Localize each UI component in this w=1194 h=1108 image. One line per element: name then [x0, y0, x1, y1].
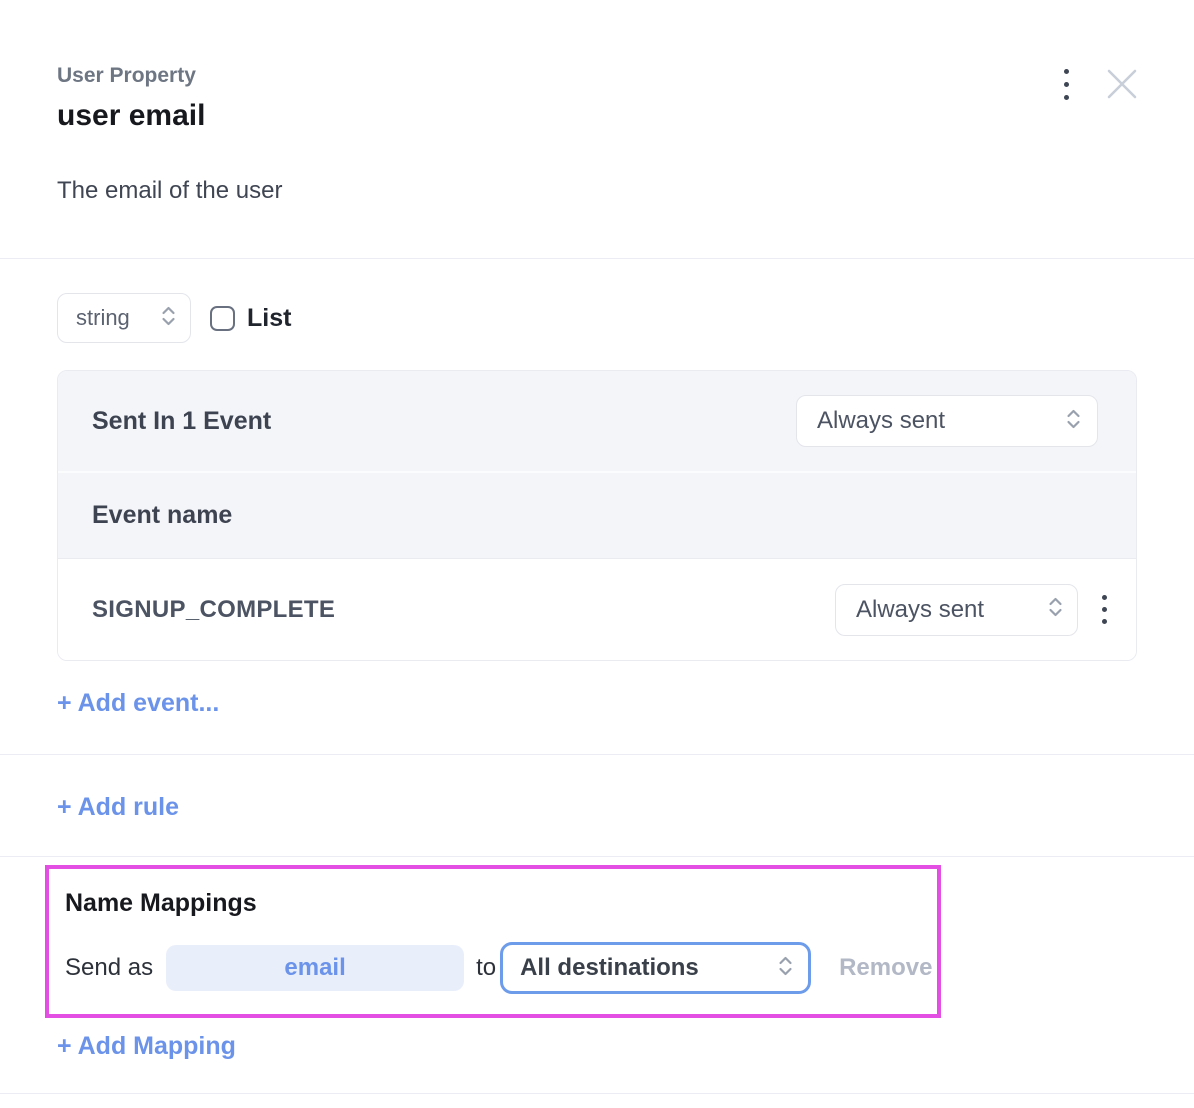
- mapped-name-field[interactable]: email: [166, 945, 464, 991]
- event-send-mode-select-value: Always sent: [856, 596, 984, 624]
- chevron-updown-icon: [1047, 595, 1064, 624]
- sent-in-events-card: Sent In 1 Event Always sent Event name S…: [57, 370, 1137, 661]
- events-card-title: Sent In 1 Event: [92, 407, 271, 436]
- send-mode-select[interactable]: Always sent: [796, 395, 1098, 447]
- remove-mapping-button[interactable]: Remove: [839, 954, 932, 982]
- mapping-row: Send as email to All destinations Remove: [65, 942, 937, 994]
- events-card-header: Sent In 1 Event Always sent: [58, 371, 1136, 471]
- to-label: to: [476, 954, 496, 982]
- add-mapping-link[interactable]: + Add Mapping: [57, 1032, 236, 1061]
- send-as-label: Send as: [65, 954, 153, 982]
- property-description: The email of the user: [57, 177, 1137, 205]
- value-type-select[interactable]: string: [57, 293, 191, 343]
- list-checkbox[interactable]: [210, 306, 235, 331]
- kebab-menu-icon[interactable]: [1054, 66, 1078, 102]
- event-name: SIGNUP_COMPLETE: [92, 596, 835, 624]
- divider: [0, 754, 1194, 755]
- divider: [0, 856, 1194, 857]
- event-send-mode-select[interactable]: Always sent: [835, 584, 1078, 636]
- event-row-kebab-icon[interactable]: [1092, 595, 1116, 625]
- name-mappings-highlight-box: Name Mappings Send as email to All desti…: [45, 865, 941, 1018]
- property-type-kicker: User Property: [57, 64, 1137, 88]
- list-checkbox-label: List: [247, 304, 291, 333]
- add-rule-link[interactable]: + Add rule: [57, 793, 179, 822]
- chevron-updown-icon: [1065, 407, 1082, 436]
- header-actions: [1054, 66, 1140, 102]
- value-type-select-value: string: [76, 305, 130, 331]
- chevron-updown-icon: [160, 304, 177, 333]
- type-row: string List: [0, 292, 1194, 344]
- property-details-panel: User Property user email The email of th…: [0, 0, 1194, 1108]
- page-title: user email: [57, 99, 1137, 133]
- event-row: SIGNUP_COMPLETE Always sent: [58, 559, 1136, 660]
- destination-select[interactable]: All destinations: [500, 942, 811, 994]
- send-mode-select-value: Always sent: [817, 407, 945, 435]
- close-icon[interactable]: [1104, 66, 1140, 102]
- panel-header: User Property user email The email of th…: [0, 0, 1194, 259]
- event-name-column-header: Event name: [58, 471, 1136, 559]
- destination-select-value: All destinations: [520, 954, 699, 982]
- chevron-updown-icon: [777, 954, 794, 983]
- add-event-link[interactable]: + Add event...: [57, 689, 219, 718]
- divider: [0, 1093, 1194, 1094]
- name-mappings-title: Name Mappings: [65, 889, 937, 918]
